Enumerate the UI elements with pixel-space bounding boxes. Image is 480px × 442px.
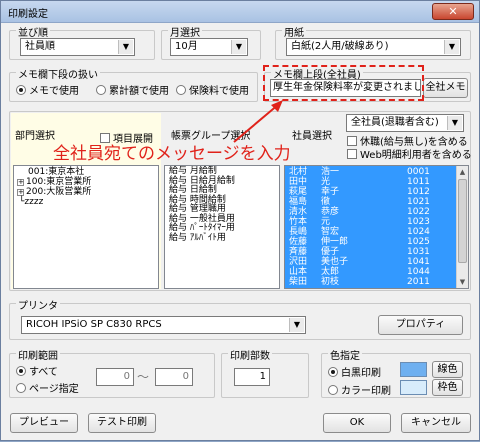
color-label: 色指定 (328, 347, 362, 362)
color-group: 色指定 白黒印刷 カラー印刷 線色 枠色 (321, 347, 471, 398)
copies-group: 印刷部数 1 (221, 347, 309, 398)
print-range-label: 印刷範囲 (16, 347, 60, 362)
copies-input[interactable]: 1 (234, 368, 270, 386)
chevron-down-icon[interactable]: ▼ (289, 318, 304, 332)
radio-selected-icon[interactable] (16, 366, 26, 376)
print-range-group: 印刷範囲 すべて ページ指定 0 〜 0 (9, 347, 215, 398)
mono-print-radio[interactable]: 白黒印刷 (328, 364, 381, 379)
line-color-swatch (400, 362, 427, 377)
radio-icon[interactable] (328, 385, 338, 395)
line-color-button[interactable]: 線色 (432, 361, 463, 378)
range-pages-radio[interactable]: ページ指定 (16, 380, 79, 395)
annotation-text: 全社員宛てのメッセージを入力 (53, 144, 291, 164)
range-separator: 〜 (137, 370, 150, 384)
frame-color-swatch (400, 380, 427, 395)
copies-label: 印刷部数 (228, 347, 272, 362)
range-all-label: すべて (29, 367, 58, 378)
printer-label: プリンタ (16, 297, 60, 312)
ok-button[interactable]: OK (323, 413, 391, 433)
cancel-button[interactable]: キャンセル (401, 413, 471, 433)
range-pages-label: ページ指定 (29, 384, 79, 395)
test-print-button[interactable]: テスト印刷 (88, 413, 156, 433)
color-print-radio[interactable]: カラー印刷 (328, 382, 391, 397)
range-all-radio[interactable]: すべて (16, 363, 58, 378)
color-print-label: カラー印刷 (341, 386, 391, 397)
properties-button[interactable]: プロパティ (378, 315, 463, 335)
page-from-input[interactable]: 0 (96, 368, 134, 386)
printer-group: プリンタ RICOH IPSiO SP C830 RPCS ▼ プロパティ (9, 297, 471, 340)
printer-select[interactable]: RICOH IPSiO SP C830 RPCS ▼ (21, 316, 306, 334)
page-to-input[interactable]: 0 (155, 368, 193, 386)
radio-selected-icon[interactable] (328, 367, 338, 377)
mono-print-label: 白黒印刷 (341, 368, 381, 379)
printer-value: RICOH IPSiO SP C830 RPCS (26, 319, 162, 330)
preview-button[interactable]: プレビュー (10, 413, 78, 433)
radio-icon[interactable] (16, 383, 26, 393)
print-settings-dialog: 印刷設定 ✕ 並び順 社員順 ▼ 月選択 10月 ▼ 用紙 白紙(2人用/破線あ… (0, 0, 480, 441)
frame-color-button[interactable]: 枠色 (432, 379, 463, 396)
